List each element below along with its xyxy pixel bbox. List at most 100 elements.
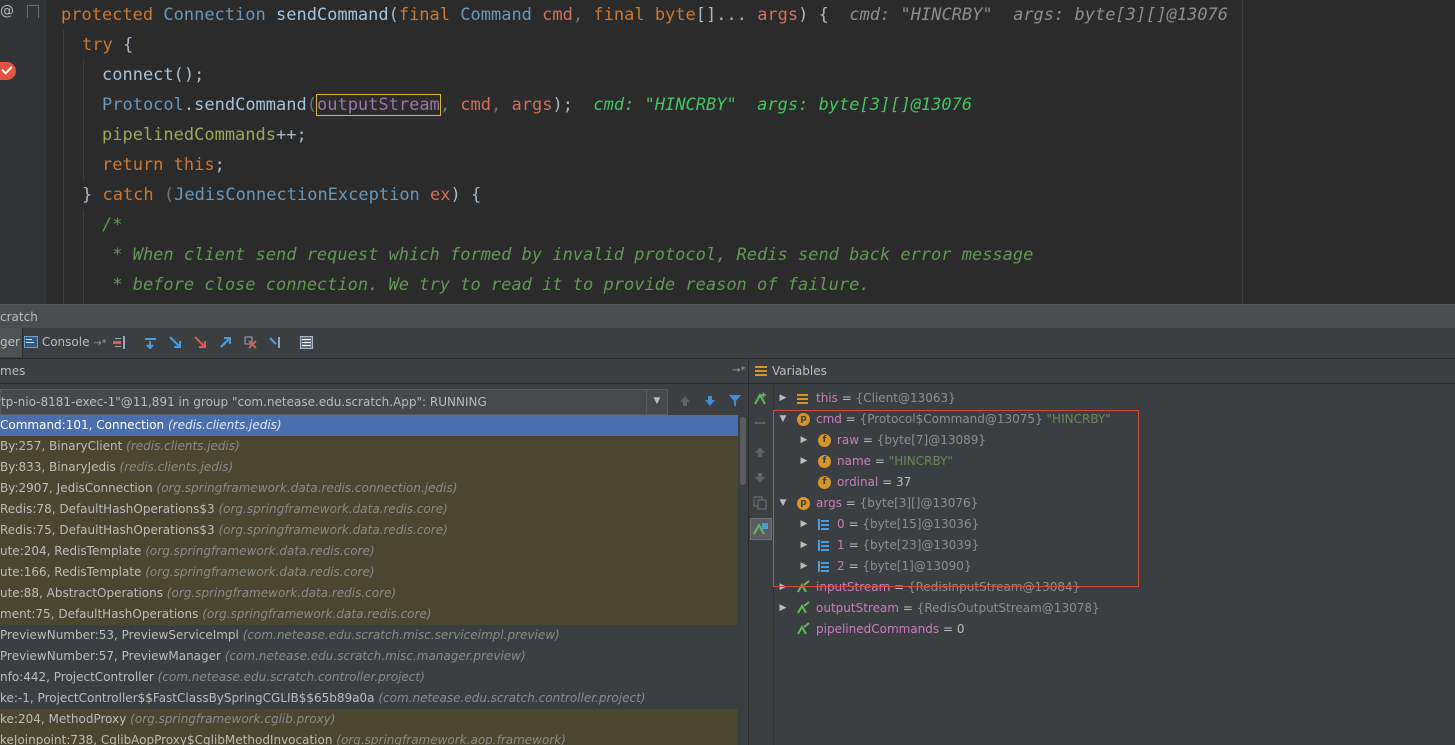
filter-icon[interactable] [728, 394, 742, 408]
frame-row[interactable]: Redis:78, DefaultHashOperations$3 (org.s… [0, 499, 738, 520]
param-name: cmd [542, 5, 573, 25]
debug-title-bar[interactable]: cratch [0, 304, 1455, 329]
code-editor[interactable]: @ protected Connection sendCommand(final… [0, 0, 1455, 304]
frame-method: ke:-1, ProjectController$$FastClassBySpr… [0, 691, 379, 705]
tab-debugger[interactable]: ger [0, 328, 23, 357]
code-line-5[interactable]: pipelinedCommands++; [102, 120, 307, 150]
punct: ++; [276, 125, 307, 145]
frame-row[interactable]: PreviewNumber:53, PreviewServiceImpl (co… [0, 625, 738, 646]
override-marker-icon[interactable]: @ [0, 3, 14, 19]
annotation-highlight-box [773, 410, 1139, 587]
frame-row[interactable]: ke:204, MethodProxy (org.springframework… [0, 709, 738, 730]
evaluate-expression-icon[interactable] [300, 336, 313, 349]
type-name: Connection [163, 5, 266, 25]
frame-row[interactable]: ke:-1, ProjectController$$FastClassBySpr… [0, 688, 738, 709]
frame-row[interactable]: Redis:75, DefaultHashOperations$3 (org.s… [0, 520, 738, 541]
param-name: args [757, 5, 799, 25]
indent-guide [83, 60, 84, 180]
frame-row[interactable]: ute:204, RedisTemplate (org.springframew… [0, 541, 738, 562]
variable-text: outputStream = {RedisOutputStream@13078} [816, 598, 1100, 619]
code-line-1[interactable]: protected Connection sendCommand(final C… [61, 0, 1228, 30]
show-watches-toggle[interactable] [750, 518, 772, 540]
remove-watch-icon[interactable] [755, 422, 765, 424]
frame-row[interactable]: By:257, BinaryClient (redis.clients.jedi… [0, 436, 738, 457]
pin-icon[interactable]: →* [93, 338, 106, 349]
frame-package: (redis.clients.jedis) [167, 418, 282, 432]
frame-package: (org.springframework.aop.framework) [336, 733, 566, 745]
frame-method: ke:204, MethodProxy [0, 712, 131, 726]
fold-marker-icon[interactable] [27, 5, 39, 18]
frame-package: (org.springframework.data.redis.connecti… [156, 481, 458, 495]
move-up-icon[interactable] [754, 446, 766, 458]
expand-arrow-icon[interactable]: ▶ [777, 388, 789, 409]
right-margin-guide [1242, 0, 1243, 304]
frame-method: ute:204, RedisTemplate [0, 544, 146, 558]
frame-method: ute:88, AbstractOperations [0, 586, 167, 600]
run-to-cursor-icon[interactable] [269, 336, 282, 349]
code-line-4-execution-point[interactable]: Protocol.sendCommand(outputStream, cmd, … [102, 90, 972, 120]
code-line-10[interactable]: * before close connection. We try to rea… [102, 270, 869, 300]
frame-package: (org.springframework.data.redis.core) [218, 523, 448, 537]
code-line-9[interactable]: * When client send request which formed … [102, 240, 1033, 270]
code-line-3[interactable]: connect(); [102, 60, 204, 90]
step-into-icon[interactable] [169, 336, 182, 349]
punct: ); [552, 95, 573, 115]
expand-arrow-icon[interactable]: ▶ [777, 598, 789, 619]
editor-gutter[interactable]: @ [0, 0, 46, 304]
frame-row[interactable]: By:833, BinaryJedis (redis.clients.jedis… [0, 457, 738, 478]
new-watch-icon[interactable] [753, 392, 767, 406]
show-execution-point-icon[interactable] [113, 336, 126, 349]
frame-row[interactable]: ute:88, AbstractOperations (org.springfr… [0, 583, 738, 604]
frame-row[interactable]: PreviewNumber:57, PreviewManager (com.ne… [0, 646, 738, 667]
frame-row[interactable]: Command:101, Connection (redis.clients.j… [0, 415, 738, 436]
frame-row[interactable]: nfo:442, ProjectController (com.netease.… [0, 667, 738, 688]
copy-icon[interactable] [753, 496, 767, 510]
object-icon [797, 394, 808, 404]
highlighted-argument[interactable]: outputStream [315, 94, 441, 116]
tab-console[interactable]: Console →* [24, 328, 107, 357]
frames-scrollbar-thumb[interactable] [740, 417, 746, 485]
code-line-8[interactable]: /* [102, 210, 122, 240]
variables-title: Variables [772, 364, 827, 378]
step-over-icon[interactable] [144, 336, 157, 349]
punct: ( [306, 95, 317, 115]
code-line-6[interactable]: return this; [102, 150, 225, 180]
pin-icon[interactable]: →* [732, 359, 745, 383]
frame-up-icon[interactable] [679, 395, 691, 407]
frame-row[interactable]: ment:75, DefaultHashOperations (org.spri… [0, 604, 738, 625]
frame-method: Redis:75, DefaultHashOperations$3 [0, 523, 219, 537]
variable-row[interactable]: pipelinedCommands = 0 [774, 619, 1455, 640]
keyword: try [82, 35, 113, 55]
punct: ( [388, 5, 399, 25]
keyword: this [173, 155, 215, 175]
variables-header: Variables [749, 359, 1455, 384]
thread-dropdown[interactable]: tp-nio-8181-exec-1"@11,891 in group "com… [0, 389, 668, 415]
frame-row[interactable]: By:2907, JedisConnection (org.springfram… [0, 478, 738, 499]
code-line-2[interactable]: try { [82, 30, 133, 60]
move-down-icon[interactable] [754, 472, 766, 484]
frame-method: By:833, BinaryJedis [0, 460, 120, 474]
variable-row[interactable]: ▶ this = {Client@13063} [774, 388, 1455, 409]
force-step-into-icon[interactable] [194, 336, 207, 349]
frame-method: Command:101, Connection [0, 418, 168, 432]
frame-row[interactable]: keJoinpoint:738, CglibAopProxy$CglibMeth… [0, 730, 738, 745]
step-out-icon[interactable] [219, 336, 232, 349]
variable-text: this = {Client@13063} [816, 388, 956, 409]
breakpoint-icon[interactable] [0, 62, 16, 80]
param-name: args [511, 95, 553, 115]
type-name: JedisConnectionException [174, 185, 420, 205]
frames-list[interactable]: Command:101, Connection (redis.clients.j… [0, 415, 738, 745]
drop-frame-icon[interactable] [244, 336, 257, 349]
punct: ; [214, 155, 225, 175]
code-line-7[interactable]: } catch (JedisConnectionException ex) { [82, 180, 481, 210]
variable-row[interactable]: ▶ outputStream = {RedisOutputStream@13078… [774, 598, 1455, 619]
keyword: final [398, 5, 451, 25]
keyword: catch [102, 185, 154, 205]
frame-down-icon[interactable] [704, 395, 716, 407]
inline-debug-hint: cmd: "HINCRBY" args: byte[3][]@13076 [572, 95, 973, 115]
equals-sign: = [837, 391, 856, 405]
chevron-down-icon[interactable]: ▼ [646, 389, 667, 413]
frame-row[interactable]: ute:166, RedisTemplate (org.springframew… [0, 562, 738, 583]
